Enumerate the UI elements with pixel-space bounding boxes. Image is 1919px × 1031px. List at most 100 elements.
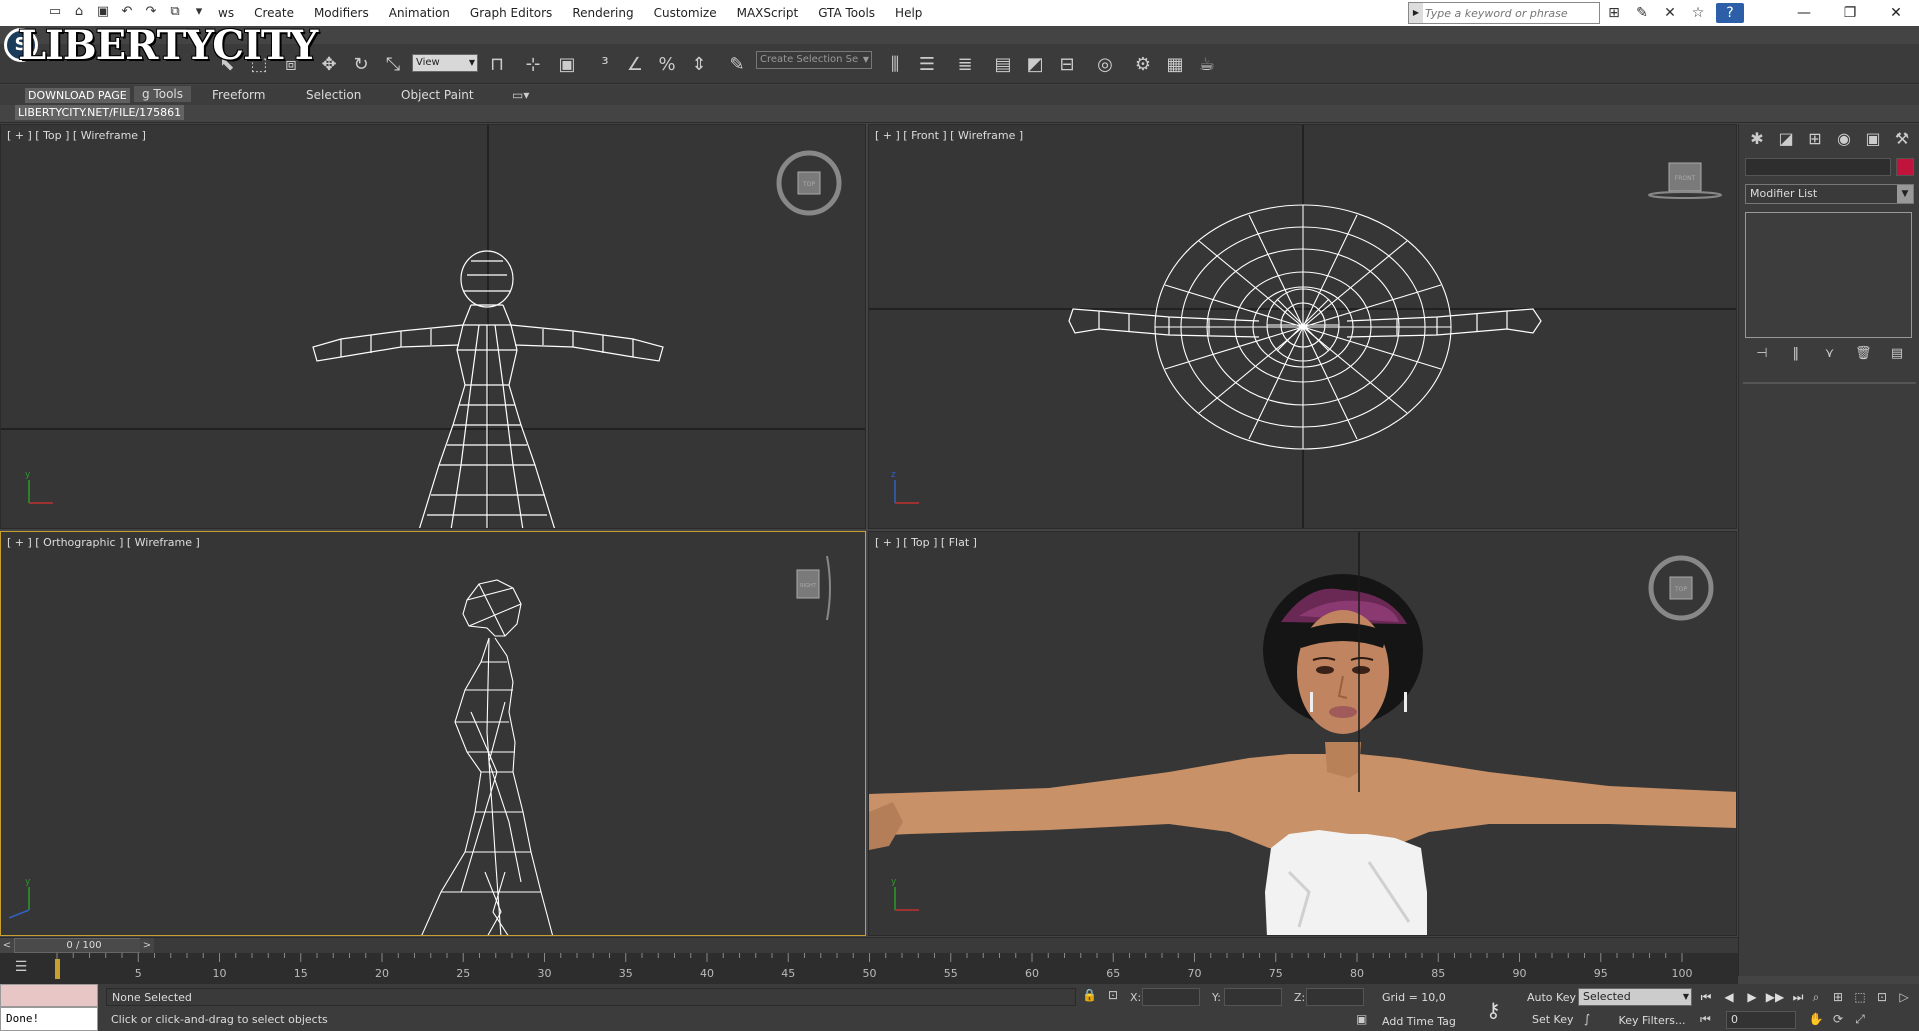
viewcube-icon[interactable]: FRONT (1645, 155, 1725, 215)
scene-explorer-icon[interactable]: ▤ (990, 52, 1016, 78)
angle-snap-icon[interactable]: ∠ (622, 52, 648, 78)
zoom-extents-all-icon[interactable]: ⊡ (1872, 988, 1892, 1007)
maxscript-listener-input[interactable] (0, 984, 98, 1007)
create-tab-icon[interactable]: ✱ (1745, 128, 1769, 150)
x-coordinate-field[interactable] (1142, 988, 1200, 1006)
hierarchy-tab-icon[interactable]: ⊞ (1803, 128, 1827, 150)
render-production-icon[interactable]: ☕ (1194, 52, 1220, 78)
time-slider-prev-button[interactable]: < (0, 938, 14, 953)
menu-item-maxscript[interactable]: MAXScript (727, 6, 809, 20)
remove-modifier-icon[interactable]: 🗑 (1852, 344, 1874, 364)
viewport-front[interactable]: [ + ] [ Front ] [ Wireframe ] z FRONT (868, 124, 1737, 529)
motion-tab-icon[interactable]: ◉ (1832, 128, 1856, 150)
viewcube-icon[interactable]: TOP (773, 147, 845, 219)
menu-item-customize[interactable]: Customize (644, 6, 727, 20)
ribbon-options-icon[interactable]: ▭▾ (512, 88, 529, 102)
named-selection-set-dropdown[interactable]: Create Selection Se ▼ (756, 51, 872, 69)
communication-icon[interactable]: ✕ (1660, 3, 1680, 23)
minimize-button[interactable]: — (1781, 0, 1827, 26)
menu-item-help[interactable]: Help (885, 6, 932, 20)
menu-item-create[interactable]: Create (244, 6, 304, 20)
rendered-frame-icon[interactable]: ▦ (1162, 52, 1188, 78)
viewcube-icon[interactable]: RIGHT (789, 550, 839, 630)
go-to-end-icon[interactable]: ⏭ (1788, 988, 1808, 1006)
menu-item-animation[interactable]: Animation (379, 6, 460, 20)
show-end-result-icon[interactable]: ‖ (1785, 344, 1807, 364)
viewcube-icon[interactable]: TOP (1645, 552, 1717, 624)
mini-curve-editor-icon[interactable]: ☰ (10, 959, 32, 977)
orbit-icon[interactable]: ⟳ (1828, 1010, 1848, 1029)
chevron-down-icon[interactable]: ▾ (190, 3, 208, 21)
render-setup-icon[interactable]: ⚙ (1130, 52, 1156, 78)
reference-coordinate-dropdown[interactable]: View ▼ (412, 54, 478, 72)
menu-item-rendering[interactable]: Rendering (562, 6, 643, 20)
time-tag-icon[interactable]: ▣ (1356, 1012, 1367, 1026)
time-slider-thumb[interactable]: 0 / 100 (14, 938, 154, 953)
previous-frame-icon[interactable]: ◀ (1719, 988, 1739, 1006)
viewport-orthographic[interactable]: [ + ] [ Orthographic ] [ Wireframe ] y R… (0, 531, 866, 936)
chevron-right-icon[interactable]: ▶ (1409, 3, 1423, 23)
key-mode-icon[interactable]: ⏮ (1700, 1012, 1711, 1027)
edit-named-selection-icon[interactable]: ✎ (724, 52, 750, 78)
menu-item-gta-tools[interactable]: GTA Tools (808, 6, 885, 20)
undo-icon[interactable]: ↶ (118, 3, 136, 21)
curve-editor-icon[interactable]: ◩ (1022, 52, 1048, 78)
key-icon[interactable]: ⚷ (1486, 998, 1501, 1022)
modifier-list-dropdown[interactable]: Modifier List ▼ (1745, 184, 1914, 204)
layer-manager-icon[interactable]: ≣ (952, 52, 978, 78)
zoom-icon[interactable]: ⌕ (1806, 988, 1826, 1007)
spinner-snap-icon[interactable]: ⇕ (686, 52, 712, 78)
move-icon[interactable]: ✥ (316, 52, 342, 78)
keyboard-shortcut-icon[interactable]: ▣ (554, 52, 580, 78)
maxscript-listener-output[interactable]: Done! (0, 1007, 98, 1031)
schematic-view-icon[interactable]: ⊟ (1054, 52, 1080, 78)
restore-button[interactable]: ❐ (1827, 0, 1873, 26)
set-key-icon[interactable]: ∫ (1584, 1012, 1590, 1026)
snaps-toggle-icon[interactable]: ³ (592, 52, 618, 78)
configure-sets-icon[interactable]: ▤ (1886, 344, 1908, 364)
viewport-label[interactable]: [ + ] [ Orthographic ] [ Wireframe ] (7, 536, 200, 549)
new-file-icon[interactable]: ▭ (46, 3, 64, 21)
key-selection-dropdown[interactable]: Selected ▼ (1578, 988, 1692, 1006)
go-to-start-icon[interactable]: ⏮ (1696, 988, 1716, 1006)
close-button[interactable]: ✕ (1873, 0, 1919, 26)
current-frame-marker[interactable] (55, 959, 60, 979)
save-icon[interactable]: ▣ (94, 3, 112, 21)
viewport-top[interactable]: [ + ] [ Top ] [ Wireframe ] y TOP (0, 124, 866, 529)
material-editor-icon[interactable]: ◎ (1092, 52, 1118, 78)
make-unique-icon[interactable]: ⋎ (1818, 344, 1840, 364)
help-icon[interactable]: ? (1716, 3, 1744, 23)
zoom-extents-icon[interactable]: ⬚ (1850, 988, 1870, 1007)
rotate-icon[interactable]: ↻ (348, 52, 374, 78)
pivot-center-icon[interactable]: ⊓ (484, 52, 510, 78)
object-name-field[interactable] (1745, 158, 1891, 176)
z-coordinate-field[interactable] (1306, 988, 1364, 1006)
subscription-icon[interactable]: ✎ (1632, 3, 1652, 23)
add-time-tag-button[interactable]: Add Time Tag (1382, 1015, 1456, 1028)
star-icon[interactable]: ☆ (1688, 3, 1708, 23)
menu-item-modifiers[interactable]: Modifiers (304, 6, 379, 20)
scale-icon[interactable]: ⤡ (380, 52, 406, 78)
select-manipulate-icon[interactable]: ⊹ (520, 52, 546, 78)
mirror-icon[interactable]: ⫼ (882, 52, 908, 78)
redo-icon[interactable]: ↷ (142, 3, 160, 21)
y-coordinate-field[interactable] (1224, 988, 1282, 1006)
utilities-tab-icon[interactable]: ⚒ (1890, 128, 1914, 150)
modifier-stack[interactable] (1745, 212, 1912, 338)
set-key-button[interactable]: Set Key (1532, 1013, 1574, 1026)
tab-selection[interactable]: Selection (306, 88, 361, 102)
time-slider-next-button[interactable]: > (140, 938, 154, 953)
open-file-icon[interactable]: ⌂ (70, 3, 88, 21)
field-of-view-icon[interactable]: ▷ (1894, 988, 1914, 1007)
track-bar[interactable]: 5 10 15 20 25 30 35 40 45 50 55 60 65 70 75 80 85 90 95 100… (0, 953, 1738, 984)
pan-icon[interactable]: ✋ (1806, 1010, 1826, 1029)
pin-stack-icon[interactable]: ⊣ (1751, 344, 1773, 364)
project-folder-icon[interactable]: ⧉ (166, 3, 184, 21)
menu-item-graph-editors[interactable]: Graph Editors (460, 6, 562, 20)
menu-item-views[interactable]: ws (208, 6, 244, 20)
absolute-mode-icon[interactable]: ⊡ (1108, 988, 1118, 1002)
key-filters-button[interactable]: Key Filters... (1610, 1012, 1694, 1030)
align-icon[interactable]: ☰ (914, 52, 940, 78)
next-frame-icon[interactable]: ▶▶ (1765, 988, 1785, 1006)
viewport-label[interactable]: [ + ] [ Top ] [ Flat ] (875, 536, 977, 549)
